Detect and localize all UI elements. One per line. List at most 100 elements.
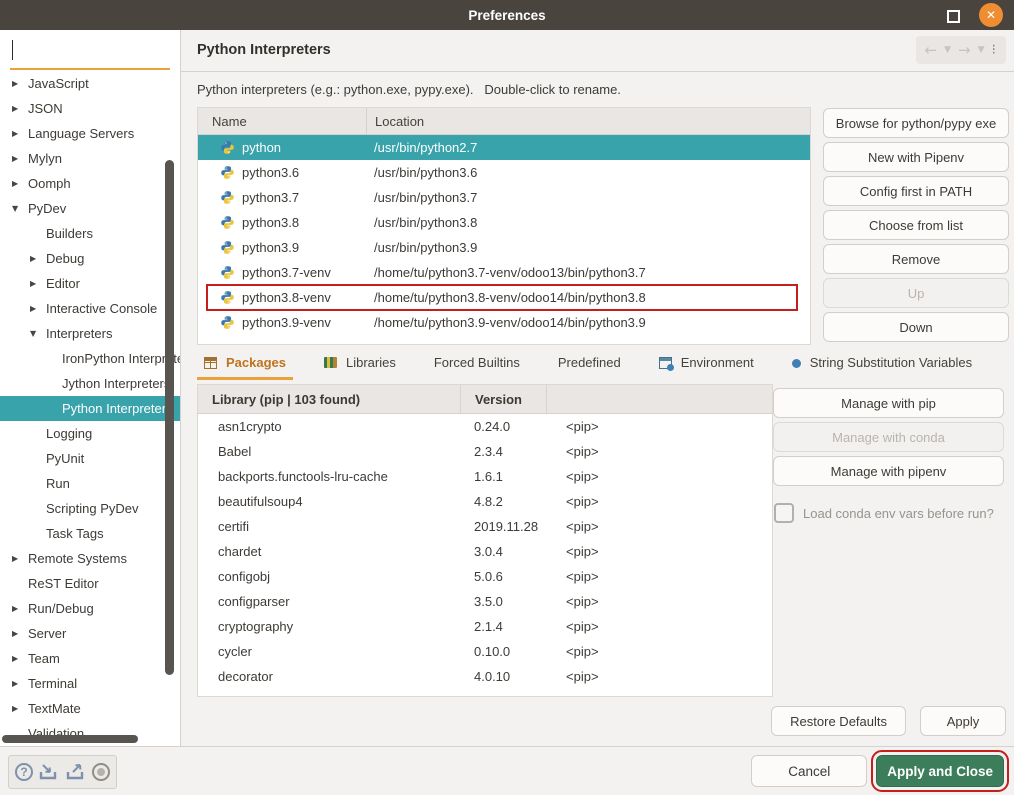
tree-item[interactable]: JSON [0, 96, 175, 121]
tree-item[interactable]: Remote Systems [0, 546, 175, 571]
import-preferences-icon[interactable] [38, 762, 60, 782]
back-dropdown-icon[interactable]: ▼ [944, 45, 951, 55]
interpreter-row[interactable]: python3.9 /usr/bin/python3.9 [198, 235, 810, 260]
tree-item-label: ReST Editor [28, 576, 99, 591]
package-name: configobj [198, 569, 460, 584]
tree-expand-arrow-icon [12, 104, 28, 113]
apply-and-close-button[interactable]: Apply and Close [876, 755, 1004, 787]
tree-item[interactable]: Run [0, 471, 181, 496]
dialog-buttons: Cancel Apply and Close [751, 755, 1004, 787]
tree-item-label: Interpreters [46, 326, 112, 341]
column-header-source[interactable] [546, 385, 772, 413]
tree-item[interactable]: IronPython Interpreters [0, 346, 181, 371]
package-action-button[interactable]: Manage with conda [773, 422, 1004, 452]
package-row[interactable]: cryptography 2.1.4 <pip> [198, 614, 772, 639]
interpreter-row[interactable]: python3.8-venv /home/tu/python3.8-venv/o… [198, 285, 810, 310]
interpreter-location: /home/tu/python3.9-venv/odoo14/bin/pytho… [366, 315, 810, 330]
package-row[interactable]: beautifulsoup4 4.8.2 <pip> [198, 489, 772, 514]
preferences-tree: JavaScript JSON Language Servers Mylyn [0, 71, 180, 746]
filter-input[interactable] [10, 35, 170, 70]
interpreter-row[interactable]: python3.7-venv /home/tu/python3.7-venv/o… [198, 260, 810, 285]
tree-item[interactable]: Team [0, 646, 175, 671]
help-icon[interactable]: ? [15, 763, 33, 781]
package-row[interactable]: certifi 2019.11.28 <pip> [198, 514, 772, 539]
tree-item[interactable]: Terminal [0, 671, 175, 696]
footer-button[interactable]: Apply [920, 706, 1006, 736]
tab[interactable]: Environment [652, 351, 761, 377]
interpreter-row[interactable]: python3.6 /usr/bin/python3.6 [198, 160, 810, 185]
conda-env-checkbox-row[interactable]: Load conda env vars before run? [773, 503, 1004, 523]
package-row[interactable]: cycler 0.10.0 <pip> [198, 639, 772, 664]
footer-button[interactable]: Restore Defaults [771, 706, 906, 736]
column-header-location[interactable]: Location [366, 108, 810, 134]
tree-item[interactable]: Run/Debug [0, 596, 175, 621]
tree-item[interactable]: PyUnit [0, 446, 181, 471]
interpreter-action-button[interactable]: New with Pipenv [823, 142, 1009, 172]
sidebar-vertical-scrollbar[interactable] [165, 160, 174, 675]
tree-item[interactable]: Mylyn [0, 146, 175, 171]
interpreter-action-button[interactable]: Choose from list [823, 210, 1009, 240]
column-header-version[interactable]: Version [460, 385, 546, 413]
tab[interactable]: Forced Builtins [427, 351, 527, 377]
interpreter-row[interactable]: python3.8 /usr/bin/python3.8 [198, 210, 810, 235]
interpreter-action-button[interactable]: Browse for python/pypy exe [823, 108, 1009, 138]
interpreter-action-button[interactable]: Up [823, 278, 1009, 308]
package-row[interactable]: configobj 5.0.6 <pip> [198, 564, 772, 589]
interpreter-row[interactable]: python3.7 /usr/bin/python3.7 [198, 185, 810, 210]
tree-item[interactable]: Logging [0, 421, 181, 446]
tab[interactable]: Predefined [551, 351, 628, 377]
package-row[interactable]: configparser 3.5.0 <pip> [198, 589, 772, 614]
tree-item[interactable]: Language Servers [0, 121, 175, 146]
close-icon[interactable]: ✕ [979, 3, 1003, 27]
forward-icon[interactable]: → [958, 43, 971, 58]
tab-label: Packages [226, 355, 286, 370]
tree-item[interactable]: TextMate [0, 696, 175, 721]
column-header-name[interactable]: Name [198, 108, 366, 134]
tree-item[interactable]: Debug [0, 246, 181, 271]
interpreter-action-button[interactable]: Down [823, 312, 1009, 342]
tree-item[interactable]: ReST Editor [0, 571, 175, 596]
interpreter-row[interactable]: python /usr/bin/python2.7 [198, 135, 810, 160]
tree-item[interactable]: Python Interpreters [0, 396, 181, 421]
tree-item[interactable]: Task Tags [0, 521, 181, 546]
tree-item[interactable]: JavaScript [0, 71, 175, 96]
view-menu-icon[interactable]: ⁝ [992, 42, 997, 58]
forward-dropdown-icon[interactable]: ▼ [978, 45, 985, 55]
tree-item[interactable]: Scripting PyDev [0, 496, 181, 521]
tree-expand-arrow-icon [12, 179, 28, 188]
package-action-button[interactable]: Manage with pip [773, 388, 1004, 418]
export-preferences-icon[interactable] [65, 762, 87, 782]
tab[interactable]: Libraries [317, 351, 403, 377]
cancel-button[interactable]: Cancel [751, 755, 867, 787]
back-icon[interactable]: ← [925, 43, 938, 58]
tree-item[interactable]: Interpreters [0, 321, 181, 346]
package-action-button[interactable]: Manage with pipenv [773, 456, 1004, 486]
tree-item[interactable]: Interactive Console [0, 296, 181, 321]
package-version: 1.6.1 [460, 469, 546, 484]
package-row[interactable]: backports.functools-lru-cache 1.6.1 <pip… [198, 464, 772, 489]
tree-item[interactable]: Oomph [0, 171, 175, 196]
interpreter-tabs: Packages Libraries Forced Builtins Prede… [197, 351, 979, 380]
maximize-icon[interactable] [947, 10, 960, 23]
record-icon[interactable] [92, 763, 110, 781]
column-header-library[interactable]: Library (pip | 103 found) [198, 385, 460, 413]
tab[interactable]: String Substitution Variables [785, 351, 979, 377]
conda-env-checkbox[interactable] [774, 503, 794, 523]
tree-item[interactable]: Jython Interpreters [0, 371, 181, 396]
package-row[interactable]: Babel 2.3.4 <pip> [198, 439, 772, 464]
sidebar-horizontal-scrollbar[interactable] [2, 735, 138, 743]
interpreter-action-button[interactable]: Config first in PATH [823, 176, 1009, 206]
tree-item[interactable]: Server [0, 621, 175, 646]
package-source: <pip> [546, 469, 772, 484]
tab[interactable]: Packages [197, 351, 293, 380]
interpreter-name: python3.7-venv [242, 265, 331, 280]
package-row[interactable]: decorator 4.0.10 <pip> [198, 664, 772, 689]
tree-item[interactable]: Editor [0, 271, 181, 296]
interpreter-action-button[interactable]: Remove [823, 244, 1009, 274]
interpreter-row[interactable]: python3.9-venv /home/tu/python3.9-venv/o… [198, 310, 810, 335]
package-row[interactable]: asn1crypto 0.24.0 <pip> [198, 414, 772, 439]
tree-item[interactable]: Builders [0, 221, 181, 246]
tree-item[interactable]: PyDev [0, 196, 175, 221]
preferences-window: Preferences ✕ JavaScript JSON [0, 0, 1014, 795]
package-row[interactable]: chardet 3.0.4 <pip> [198, 539, 772, 564]
